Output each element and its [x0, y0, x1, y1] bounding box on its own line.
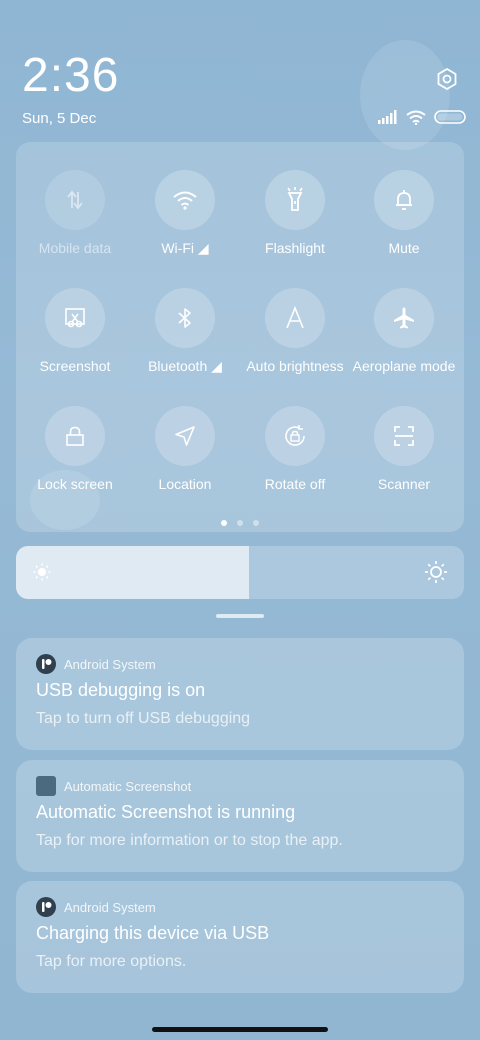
- tile-flashlight[interactable]: Flashlight: [240, 170, 350, 270]
- wifi-icon: [173, 191, 197, 210]
- signal-icon: [378, 110, 397, 124]
- bell-icon: [396, 190, 412, 210]
- tile-bluetooth[interactable]: Bluetooth ◢: [130, 288, 240, 388]
- tile-label: Scanner: [377, 476, 431, 492]
- settings-button[interactable]: [434, 66, 460, 92]
- status-icons: [378, 108, 466, 126]
- tile-scanner[interactable]: Scanner: [349, 406, 459, 506]
- gear-icon: [437, 67, 457, 91]
- automatic-screenshot-icon: [36, 776, 56, 796]
- page-dot[interactable]: [221, 520, 227, 526]
- flashlight-icon: [287, 187, 303, 211]
- notification-card[interactable]: Android System Charging this device via …: [16, 881, 464, 993]
- notification-card[interactable]: Automatic Screenshot Automatic Screensho…: [16, 760, 464, 872]
- tile-auto-brightness[interactable]: Auto brightness: [240, 288, 350, 388]
- page-indicator: [16, 520, 464, 526]
- notification-text: Tap for more options.: [36, 953, 187, 970]
- location-icon: [175, 426, 195, 446]
- mobile-data-icon: [67, 190, 83, 210]
- notification-title: Automatic Screenshot is running: [36, 802, 296, 822]
- notification-app-name: Automatic Screenshot: [64, 778, 192, 794]
- screenshot-icon: [65, 308, 85, 328]
- notification-app-name: Android System: [64, 656, 156, 672]
- tile-aeroplane-mode[interactable]: Aeroplane mode: [349, 288, 459, 388]
- tile-lock-screen[interactable]: Lock screen: [20, 406, 130, 506]
- quick-settings-panel: Mobile data Wi-Fi ◢ Flashlight Mute Scre…: [16, 142, 464, 532]
- clock-time: 2:36: [22, 49, 120, 102]
- tile-wifi[interactable]: Wi-Fi ◢: [130, 170, 240, 270]
- bluetooth-icon: [178, 308, 191, 328]
- notification-text: Tap to turn off USB debugging: [36, 710, 251, 727]
- notification-app-name: Android System: [64, 899, 156, 915]
- page-dot[interactable]: [237, 520, 243, 526]
- page-dot[interactable]: [253, 520, 259, 526]
- notification-title: Charging this device via USB: [36, 923, 270, 943]
- lock-icon: [66, 426, 84, 446]
- clock-date: Sun, 5 Dec: [22, 110, 97, 127]
- brightness-high-icon: [425, 561, 447, 583]
- tile-location[interactable]: Location: [130, 406, 240, 506]
- drag-handle[interactable]: [216, 614, 264, 618]
- tile-rotate-off[interactable]: Rotate off: [240, 406, 350, 506]
- tile-label: Aeroplane mode: [352, 358, 456, 374]
- notification-card[interactable]: Android System USB debugging is on Tap t…: [16, 638, 464, 750]
- brightness-low-icon: [33, 563, 51, 581]
- home-indicator[interactable]: [152, 1027, 328, 1032]
- rotate-lock-icon: [285, 425, 305, 446]
- wifi-status-icon: [406, 110, 426, 125]
- tile-label: Mute: [388, 240, 420, 256]
- tile-screenshot[interactable]: Screenshot: [20, 288, 130, 388]
- airplane-icon: [394, 307, 414, 329]
- scanner-icon: [394, 426, 414, 446]
- tile-mobile-data[interactable]: Mobile data: [20, 170, 130, 270]
- android-system-icon: [36, 897, 56, 917]
- brightness-slider[interactable]: [16, 546, 464, 599]
- battery-icon: [434, 110, 466, 124]
- background-decoration: [360, 40, 450, 150]
- auto-brightness-icon: [286, 306, 304, 329]
- notification-title: USB debugging is on: [36, 680, 206, 700]
- tile-mute[interactable]: Mute: [349, 170, 459, 270]
- notification-text: Tap for more information or to stop the …: [36, 832, 343, 849]
- android-system-icon: [36, 654, 56, 674]
